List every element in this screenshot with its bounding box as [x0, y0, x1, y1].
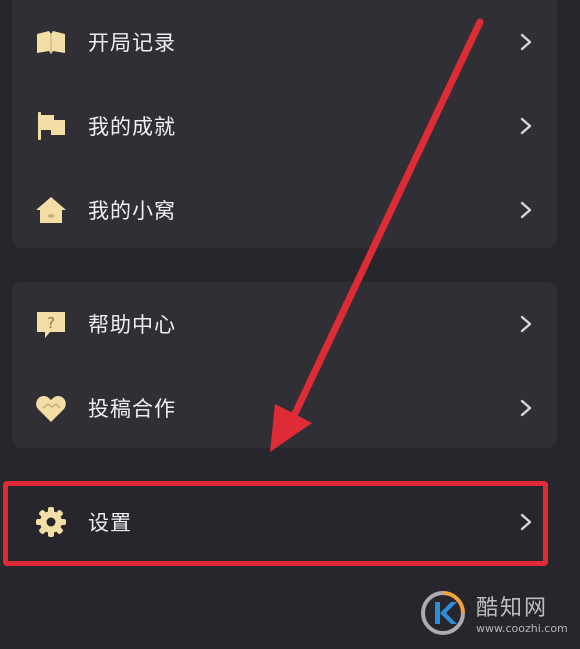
menu-item-settings[interactable]: 设置: [12, 480, 557, 564]
chevron-right-icon: [520, 201, 532, 219]
menu-item-my-nest[interactable]: 我的小窝: [12, 168, 557, 252]
coozhi-logo-icon: [421, 591, 465, 635]
menu-item-help-center[interactable]: ? 帮助中心: [12, 282, 557, 366]
handshake-heart-icon: [34, 391, 68, 425]
menu-item-label: 开局记录: [88, 31, 176, 55]
menu-item-game-records[interactable]: 开局记录: [12, 0, 557, 84]
menu-item-achievements[interactable]: 我的成就: [12, 84, 557, 168]
chevron-right-icon: [520, 117, 532, 135]
chevron-right-icon: [520, 399, 532, 417]
chevron-right-icon: [520, 315, 532, 333]
menu-item-submission-cooperation[interactable]: 投稿合作: [12, 366, 557, 450]
settings-label: 设置: [88, 511, 132, 535]
settings-row: 设置: [12, 480, 557, 564]
help-icon: ?: [34, 307, 68, 341]
gear-icon: [34, 505, 68, 539]
watermark-name: 酷知网: [476, 596, 549, 621]
menu-group-2: ? 帮助中心 投稿合作: [12, 282, 557, 448]
menu-item-label: 帮助中心: [88, 313, 176, 337]
chevron-right-icon: [520, 33, 532, 51]
menu-item-label: 我的小窝: [88, 199, 176, 223]
flag-icon: [34, 109, 68, 143]
watermark: 酷知网 www.coozhi.com: [420, 588, 570, 644]
svg-text:?: ?: [47, 314, 55, 332]
menu-group-1: 开局记录 我的成就 我的小窝: [12, 0, 557, 248]
watermark-url: www.coozhi.com: [476, 622, 568, 635]
menu-item-label: 我的成就: [88, 115, 176, 139]
house-icon: [34, 193, 68, 227]
menu-item-label: 投稿合作: [88, 397, 176, 421]
chevron-right-icon: [520, 513, 532, 531]
book-icon: [34, 25, 68, 59]
